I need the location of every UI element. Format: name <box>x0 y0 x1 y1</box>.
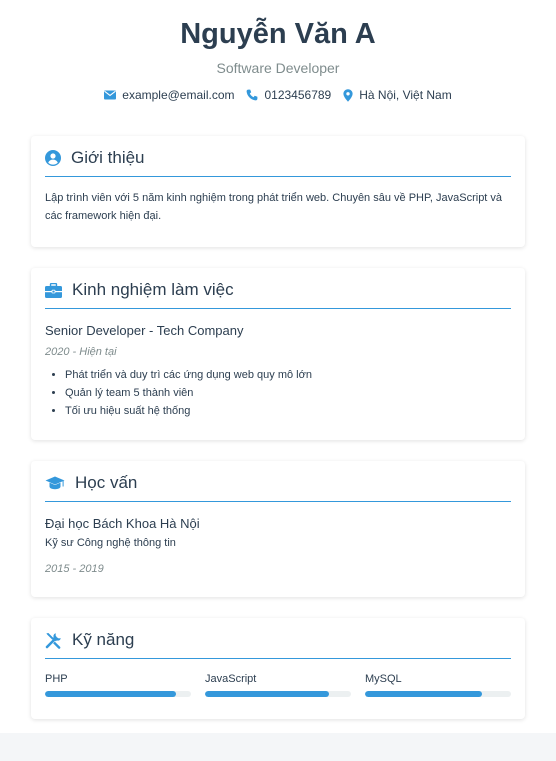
skill-bar-fill <box>365 691 482 697</box>
education-section: Học vấn Đại học Bách Khoa Hà Nội Kỹ sư C… <box>31 461 525 597</box>
graduation-cap-icon <box>45 476 65 491</box>
degree-name: Kỹ sư Công nghệ thông tin <box>45 537 176 549</box>
education-title: Học vấn <box>75 473 138 492</box>
education-period: 2015 - 2019 <box>45 563 104 575</box>
skills-section: Kỹ năng PHP JavaScript MySQL <box>31 618 525 719</box>
skill-bar-track <box>365 691 511 697</box>
skill-bar-track <box>45 691 191 697</box>
contact-email[interactable]: example@email.com <box>104 88 234 102</box>
list-item: Phát triển và duy trì các ứng dụng web q… <box>65 366 511 384</box>
resume-page: Nguyễn Văn A Software Developer example@… <box>0 0 556 733</box>
list-item: Quản lý team 5 thành viên <box>65 384 511 402</box>
location-text: Hà Nội, Việt Nam <box>359 88 452 102</box>
phone-text: 0123456789 <box>264 88 332 102</box>
job-period: 2020 - Hiện tại <box>45 346 117 358</box>
email-text: example@email.com <box>122 88 235 102</box>
skill-bar-fill <box>45 691 177 697</box>
tools-icon <box>45 632 62 649</box>
skills-list: PHP JavaScript MySQL <box>45 673 511 697</box>
person-name: Nguyễn Văn A <box>180 18 376 50</box>
skill-bar-track <box>205 691 351 697</box>
job-title-subtitle: Software Developer <box>216 60 340 76</box>
phone-icon <box>246 89 258 101</box>
about-section: Giới thiệu Lập trình viên với 5 năm kinh… <box>31 136 525 247</box>
experience-title: Kinh nghiệm làm việc <box>72 280 234 299</box>
skill-item: MySQL <box>365 673 511 697</box>
education-section-header: Học vấn <box>45 461 511 502</box>
experience-section-header: Kinh nghiệm làm việc <box>45 268 511 309</box>
job-position: Senior Developer - Tech Company <box>45 323 244 338</box>
resume-header: Nguyễn Văn A Software Developer example@… <box>0 0 556 102</box>
contact-phone[interactable]: 0123456789 <box>246 88 331 102</box>
about-text: Lập trình viên với 5 năm kinh nghiệm tro… <box>45 192 503 222</box>
about-title: Giới thiệu <box>71 148 145 167</box>
about-section-header: Giới thiệu <box>45 136 511 177</box>
user-icon <box>45 150 61 166</box>
skill-name: MySQL <box>365 673 402 685</box>
school-name: Đại học Bách Khoa Hà Nội <box>45 516 200 531</box>
map-marker-icon <box>343 88 353 102</box>
contact-info: example@email.com 0123456789 Hà Nội, Việ… <box>0 88 556 102</box>
skill-item: JavaScript <box>205 673 351 697</box>
job-responsibilities: Phát triển và duy trì các ứng dụng web q… <box>45 366 511 420</box>
skill-name: PHP <box>45 673 68 685</box>
experience-section: Kinh nghiệm làm việc Senior Developer - … <box>31 268 525 440</box>
skill-name: JavaScript <box>205 673 257 685</box>
contact-location: Hà Nội, Việt Nam <box>343 88 452 102</box>
skills-section-header: Kỹ năng <box>45 618 511 659</box>
envelope-icon <box>104 90 117 100</box>
briefcase-icon <box>45 282 62 298</box>
skills-title: Kỹ năng <box>72 630 135 649</box>
list-item: Tối ưu hiệu suất hệ thống <box>65 402 511 420</box>
skill-item: PHP <box>45 673 191 697</box>
skill-bar-fill <box>205 691 330 697</box>
